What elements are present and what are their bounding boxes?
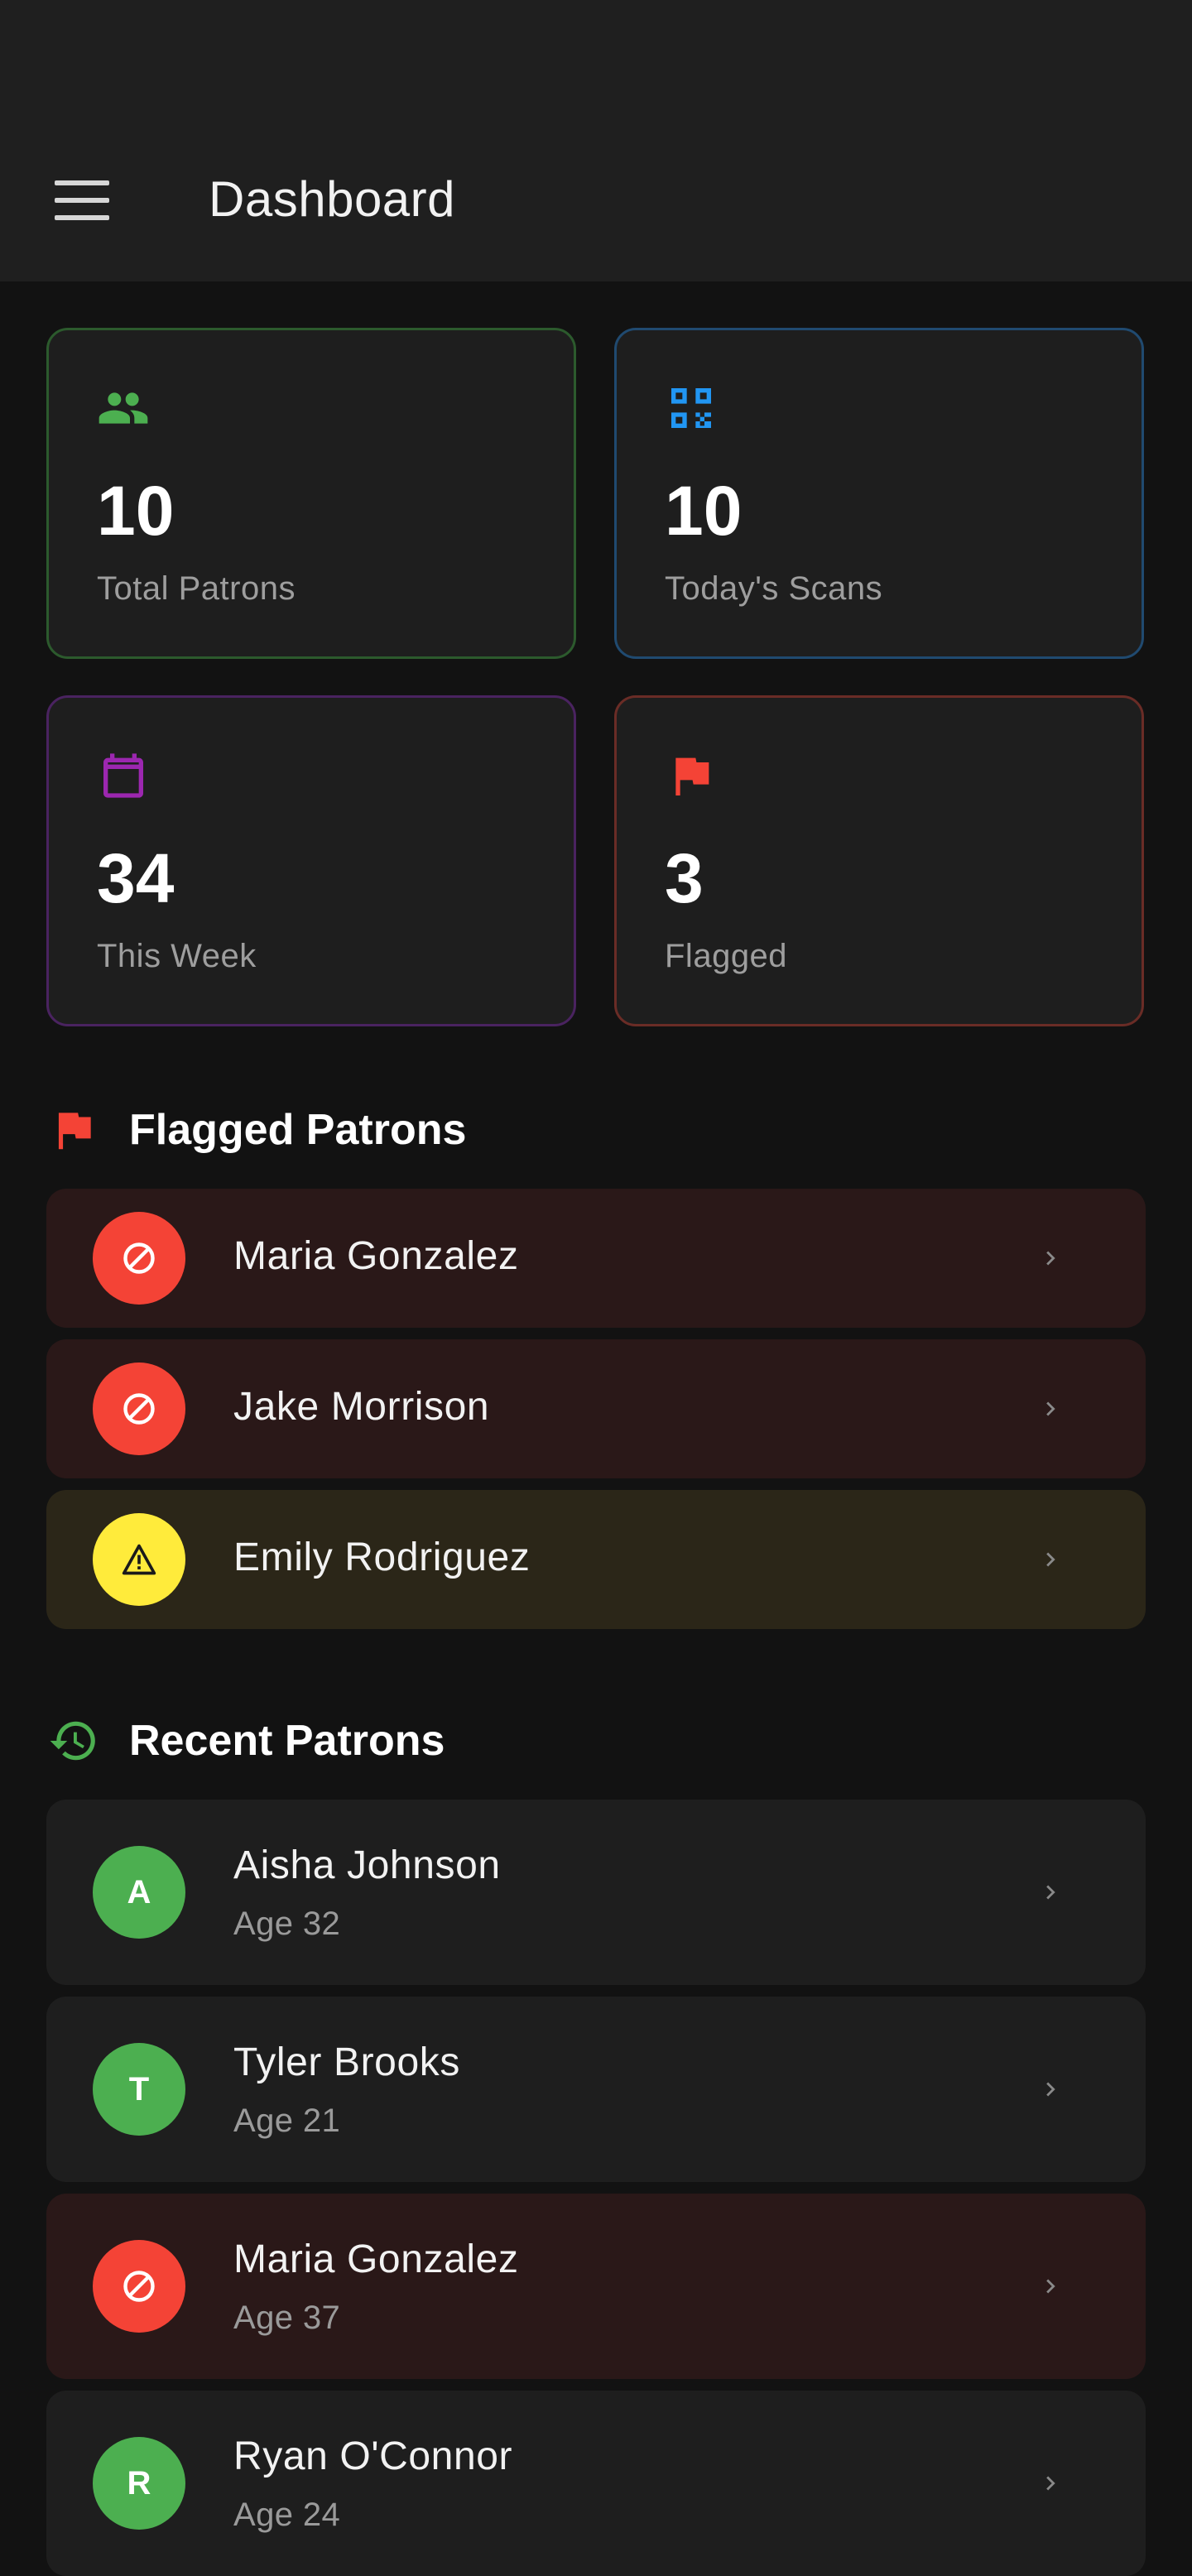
recent-patron-row[interactable]: T Tyler Brooks Age 21 xyxy=(46,1997,1146,2182)
avatar xyxy=(93,1212,185,1305)
stat-value: 3 xyxy=(665,839,704,917)
stat-value: 10 xyxy=(97,472,175,550)
avatar: T xyxy=(93,2043,185,2136)
avatar: R xyxy=(93,2437,185,2530)
flagged-patrons-header: Flagged Patrons xyxy=(48,1101,466,1159)
chevron-right-icon xyxy=(1046,2279,1055,2294)
recent-patron-row[interactable]: Maria Gonzalez Age 37 xyxy=(46,2194,1146,2379)
chevron-right-icon xyxy=(1046,1885,1055,1900)
recent-patron-row[interactable]: R Ryan O'Connor Age 24 xyxy=(46,2391,1146,2576)
patron-age: Age 24 xyxy=(233,2497,341,2533)
avatar xyxy=(93,1513,185,1606)
chevron-right-icon xyxy=(1046,2082,1055,2097)
section-title: Recent Patrons xyxy=(129,1717,445,1765)
patron-name: Tyler Brooks xyxy=(233,2040,460,2084)
patron-name: Maria Gonzalez xyxy=(233,2237,519,2281)
patron-age: Age 32 xyxy=(233,1906,341,1942)
history-icon xyxy=(50,1721,95,1761)
patron-name: Emily Rodriguez xyxy=(233,1536,531,1579)
stat-label: Today's Scans xyxy=(665,570,883,607)
page-title: Dashboard xyxy=(209,171,456,227)
block-icon xyxy=(123,2271,155,2302)
patron-name: Aisha Johnson xyxy=(233,1843,501,1887)
flagged-patron-row[interactable]: Emily Rodriguez xyxy=(46,1490,1146,1629)
avatar-initial: T xyxy=(128,2070,150,2107)
chevron-right-icon xyxy=(1046,1401,1055,1416)
chevron-right-icon xyxy=(1046,2476,1055,2491)
section-title: Flagged Patrons xyxy=(129,1106,467,1154)
recent-patron-row[interactable]: A Aisha Johnson Age 32 xyxy=(46,1800,1146,1985)
patron-age: Age 37 xyxy=(233,2300,341,2336)
patron-name: Ryan O'Connor xyxy=(233,2434,513,2478)
recent-patrons-header: Recent Patrons xyxy=(48,1712,445,1770)
block-icon xyxy=(123,1242,155,1274)
stat-card-todays-scans[interactable]: 10 Today's Scans xyxy=(614,328,1144,659)
avatar-initial: A xyxy=(127,1873,151,1910)
stat-card-total-patrons[interactable]: 10 Total Patrons xyxy=(46,328,576,659)
warning-icon xyxy=(122,1544,156,1575)
calendar-icon xyxy=(103,753,143,798)
qr-code-scanner-icon xyxy=(671,388,711,428)
stat-label: Flagged xyxy=(665,938,788,974)
stat-card-flagged[interactable]: 3 Flagged xyxy=(614,695,1144,1026)
stat-label: This Week xyxy=(97,938,257,974)
stat-card-this-week[interactable]: 34 This Week xyxy=(46,695,576,1026)
menu-icon[interactable] xyxy=(48,175,116,225)
stat-label: Total Patrons xyxy=(97,570,296,607)
avatar: A xyxy=(93,1846,185,1939)
chevron-right-icon xyxy=(1046,1251,1055,1266)
block-icon xyxy=(123,1393,155,1425)
avatar-initial: R xyxy=(127,2464,151,2502)
patron-name: Jake Morrison xyxy=(233,1385,490,1429)
stat-value: 10 xyxy=(665,472,743,550)
stat-value: 34 xyxy=(97,839,175,917)
avatar xyxy=(93,1362,185,1455)
patron-name: Maria Gonzalez xyxy=(233,1234,519,1278)
flagged-patron-row[interactable]: Jake Morrison xyxy=(46,1339,1146,1478)
people-icon xyxy=(99,392,148,424)
patron-age: Age 21 xyxy=(233,2103,341,2139)
avatar xyxy=(93,2240,185,2333)
chevron-right-icon xyxy=(1046,1552,1055,1567)
flagged-patron-row[interactable]: Maria Gonzalez xyxy=(46,1189,1146,1328)
app-bar: Dashboard xyxy=(0,0,1192,281)
flag-icon xyxy=(58,1113,91,1150)
flag-icon xyxy=(675,757,709,795)
